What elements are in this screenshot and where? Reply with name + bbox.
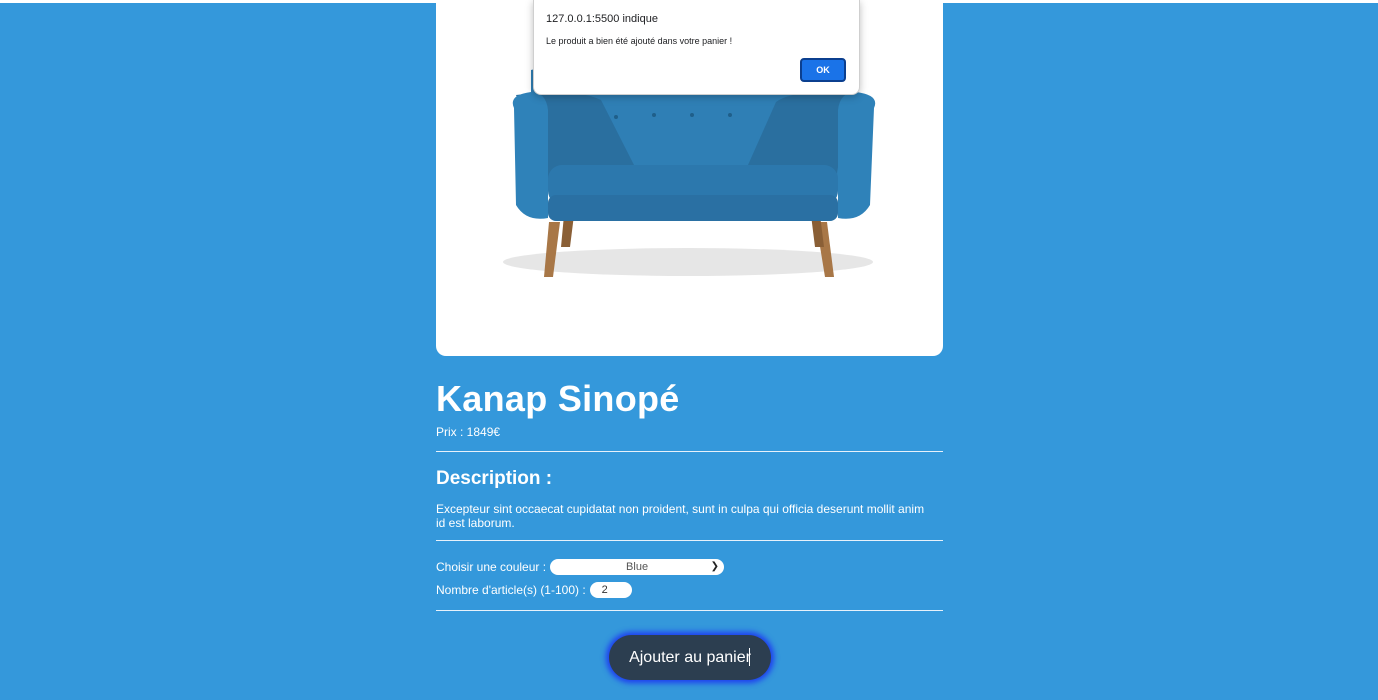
product-price: Prix : 1849€ (436, 425, 501, 439)
chevron-down-icon: ❯ (710, 561, 720, 572)
divider (436, 610, 943, 611)
divider (436, 451, 943, 452)
quantity-label: Nombre d'article(s) (1-100) : (436, 583, 586, 597)
add-to-cart-button[interactable]: Ajouter au panier (609, 635, 771, 680)
alert-ok-button[interactable]: OK (800, 58, 846, 82)
description-heading: Description : (436, 468, 553, 489)
product-description: Excepteur sint occaecat cupidatat non pr… (436, 502, 925, 530)
text-cursor (749, 648, 750, 666)
color-row: Choisir une couleur : Blue ❯ (436, 559, 725, 575)
quantity-input[interactable]: 2 (589, 582, 632, 598)
color-select[interactable]: Blue ❯ (550, 559, 725, 575)
color-select-value: Blue (626, 561, 649, 573)
alert-message: Le produit a bien été ajouté dans votre … (546, 36, 733, 46)
quantity-row: Nombre d'article(s) (1-100) : 2 (436, 582, 632, 598)
color-label: Choisir une couleur : (436, 560, 547, 574)
divider (436, 540, 943, 541)
alert-dialog: 127.0.0.1:5500 indique Le produit a bien… (533, 0, 860, 95)
alert-title: 127.0.0.1:5500 indique (546, 13, 658, 25)
product-title: Kanap Sinopé (436, 378, 680, 419)
